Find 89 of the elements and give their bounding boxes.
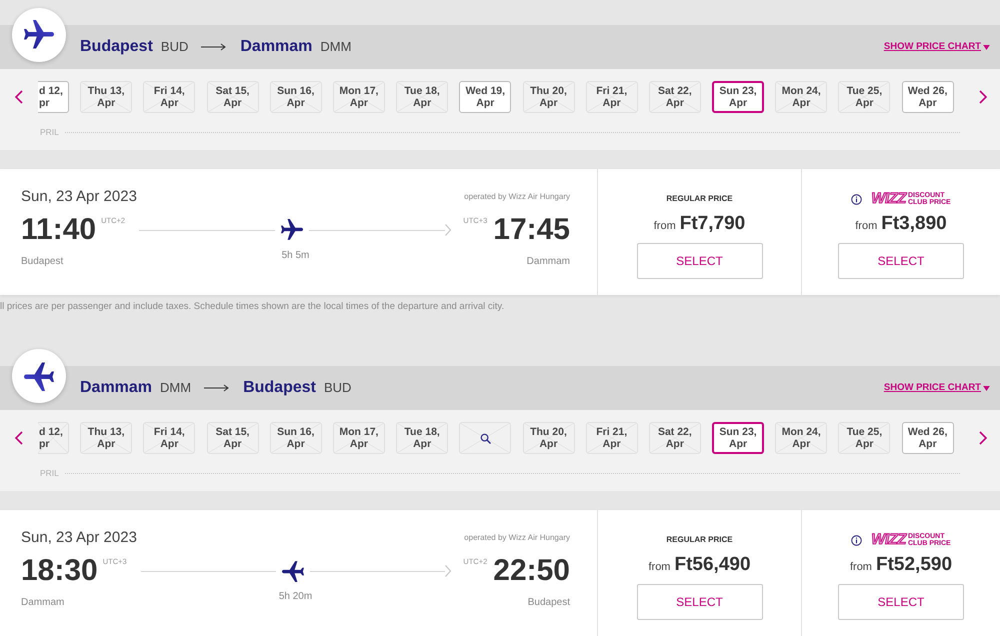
plane-icon xyxy=(281,219,304,241)
date-option[interactable]: Thu 20, Apr xyxy=(522,422,574,454)
date-option[interactable]: Thu 13, Apr xyxy=(80,422,132,454)
date-option[interactable]: Tue 25, Apr xyxy=(838,81,890,113)
from-label: from xyxy=(648,560,670,575)
date-option[interactable]: Fri 14, Apr xyxy=(143,81,196,113)
date-option[interactable]: Sat 15, Apr xyxy=(206,422,259,454)
plane-icon xyxy=(282,560,304,582)
date-option[interactable]: Sat 22, Apr xyxy=(648,422,701,454)
plane-icon xyxy=(12,349,66,403)
date-option[interactable]: Thu 20, Apr xyxy=(522,81,574,113)
right-arrow-icon xyxy=(204,384,230,392)
date-option[interactable]: Sat 22, Apr xyxy=(648,81,701,113)
month-label: PRIL xyxy=(40,468,59,478)
date-option[interactable]: Sun 23, Apr xyxy=(712,422,764,454)
date-option[interactable]: Tue 18, Apr xyxy=(396,81,448,113)
fare-label: REGULAR PRICE xyxy=(666,193,733,205)
fare-price: Ft56,490 xyxy=(674,554,751,576)
departure-time: 11:40 xyxy=(21,214,96,246)
flight-duration: 5h 5m xyxy=(282,249,310,263)
fare-label: REGULAR PRICE xyxy=(666,534,733,546)
flight-date: Sun, 23 Apr 2023 xyxy=(21,528,137,548)
fare-note: ll prices are per passenger and include taxes. Schedule times shown are the local times of the departure and arrival city. xyxy=(0,300,506,314)
month-label: PRIL xyxy=(40,127,59,137)
date-option[interactable]: Wed 26, Apr xyxy=(902,81,954,113)
fare-price: Ft7,790 xyxy=(680,213,746,235)
price-chart-link[interactable]: SHOW PRICE CHART xyxy=(884,380,990,396)
fare-price: Ft52,590 xyxy=(876,554,952,576)
right-arrow-icon xyxy=(201,43,228,51)
from-label: from xyxy=(855,219,878,234)
chevron-right-icon xyxy=(979,90,987,104)
operator-text: operated by Wizz Air Hungary xyxy=(464,191,570,203)
departure-city: Budapest xyxy=(21,255,64,269)
date-option[interactable]: Thu 13, Apr xyxy=(80,81,132,113)
info-icon[interactable] xyxy=(851,194,862,204)
destination-code: DMM xyxy=(320,38,352,56)
select-button[interactable]: SELECT xyxy=(838,243,964,279)
date-option[interactable]: Wed 19, Apr xyxy=(459,81,512,113)
date-option[interactable]: d 12, pr xyxy=(38,422,69,454)
destination-city: Dammam xyxy=(240,37,312,57)
date-option[interactable]: Fri 21, Apr xyxy=(586,81,638,113)
price-chart-link[interactable]: SHOW PRICE CHART xyxy=(884,40,990,54)
brand-wordmark: WIZZ xyxy=(871,532,906,548)
arrival-city: Dammam xyxy=(526,255,570,269)
info-icon[interactable] xyxy=(851,534,862,546)
date-option[interactable]: Sun 16, Apr xyxy=(270,422,322,454)
date-option[interactable]: Mon 17, Apr xyxy=(332,81,385,113)
origin-city: Budapest xyxy=(80,37,153,57)
origin-code: BUD xyxy=(160,38,188,56)
fare-price: Ft3,890 xyxy=(881,213,947,235)
date-option[interactable]: Tue 18, Apr xyxy=(396,422,448,454)
departure-city: Dammam xyxy=(21,596,64,610)
date-option[interactable]: Sat 15, Apr xyxy=(206,81,259,113)
date-option[interactable]: Fri 21, Apr xyxy=(586,422,638,454)
from-label: from xyxy=(850,560,872,575)
operator-text: operated by Wizz Air Hungary xyxy=(464,532,570,544)
chevron-right-icon xyxy=(979,431,987,445)
flight-duration: 5h 20m xyxy=(278,590,312,604)
destination-city: Budapest xyxy=(243,378,316,398)
date-option[interactable]: Wed 26, Apr xyxy=(902,422,954,454)
brand-wordmark: WIZZ xyxy=(871,191,906,207)
caret-down-icon xyxy=(983,386,990,390)
flight-date: Sun, 23 Apr 2023 xyxy=(21,186,137,207)
origin-code: DMM xyxy=(160,379,192,398)
arrival-time: 17:45 xyxy=(493,214,570,246)
destination-code: BUD xyxy=(324,379,352,398)
search-icon xyxy=(480,432,491,444)
date-option[interactable]: Tue 25, Apr xyxy=(838,422,890,454)
select-button[interactable]: SELECT xyxy=(636,584,762,620)
chevron-right-icon xyxy=(445,565,452,577)
plane-icon xyxy=(12,8,66,62)
chevron-right-icon xyxy=(445,224,452,236)
departure-time: 18:30 xyxy=(21,555,98,587)
from-label: from xyxy=(654,219,676,234)
date-option[interactable]: Mon 24, Apr xyxy=(775,422,828,454)
date-option[interactable]: Fri 14, Apr xyxy=(143,422,196,454)
chevron-left-icon xyxy=(15,90,23,104)
caret-down-icon xyxy=(983,44,990,50)
date-option[interactable]: Mon 17, Apr xyxy=(332,422,385,454)
arrival-time: 22:50 xyxy=(493,555,570,587)
date-option[interactable]: Sun 16, Apr xyxy=(270,81,322,113)
date-option[interactable]: Sun 23, Apr xyxy=(712,81,764,113)
arrival-city: Budapest xyxy=(528,596,570,610)
date-option[interactable]: Mon 24, Apr xyxy=(775,81,828,113)
select-button[interactable]: SELECT xyxy=(636,243,762,279)
origin-city: Dammam xyxy=(80,378,152,398)
select-button[interactable]: SELECT xyxy=(838,584,964,620)
chevron-left-icon xyxy=(15,431,23,445)
date-option[interactable]: d 12, pr xyxy=(38,81,69,113)
